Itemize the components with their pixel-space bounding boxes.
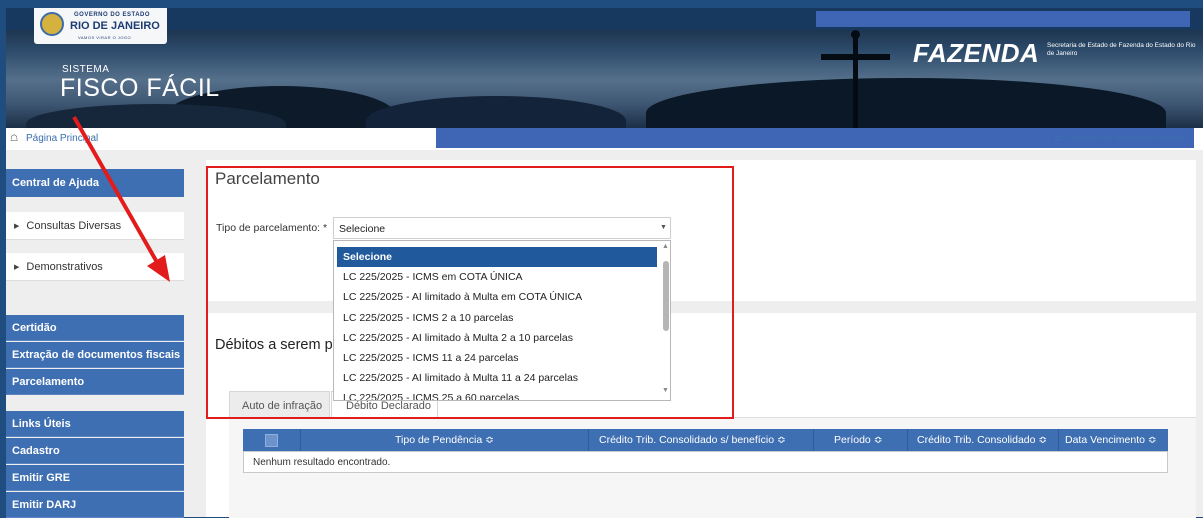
sidebar-item-label: Demonstrativos: [26, 261, 103, 273]
column-tipo-pendencia[interactable]: Tipo de Pendência ≎: [395, 434, 494, 446]
logo-small-text: GOVERNO DO ESTADO: [74, 12, 151, 18]
christ-redeemer-arms: [821, 54, 890, 60]
state-emblem-icon: [40, 12, 64, 36]
column-divider: [813, 429, 814, 451]
select-establishment-link[interactable]: ⇄ Selecionar estabelecimento: [1054, 133, 1188, 144]
column-divider: [300, 429, 301, 451]
column-periodo[interactable]: Período ≎: [834, 434, 883, 446]
breadcrumb-home-link[interactable]: Página Principal: [26, 133, 98, 144]
column-divider: [588, 429, 589, 451]
sidebar-item-consultas[interactable]: ▶ Consultas Diversas: [6, 212, 184, 240]
fazenda-logo: FAZENDA: [913, 38, 1040, 68]
sidebar-item-emitir-darj[interactable]: Emitir DARJ: [6, 492, 184, 518]
caret-right-icon: ▶: [14, 264, 20, 271]
select-all-checkbox[interactable]: [265, 434, 278, 447]
fazenda-subtitle: Secretaria de Estado de Fazenda do Estad…: [1047, 42, 1196, 57]
sidebar-item-extracao[interactable]: Extração de documentos fiscais: [6, 342, 184, 368]
sidebar-item-certidao[interactable]: Certidão: [6, 315, 184, 341]
sidebar-item-central-ajuda[interactable]: Central de Ajuda: [6, 169, 184, 197]
sidebar-item-emitir-gre[interactable]: Emitir GRE: [6, 465, 184, 491]
rio-de-janeiro-logo[interactable]: GOVERNO DO ESTADO RIO DE JANEIRO VAMOS V…: [34, 8, 167, 44]
column-divider: [907, 429, 908, 451]
empty-table-message: Nenhum resultado encontrado.: [243, 451, 1168, 473]
caret-right-icon: ▶: [14, 223, 20, 230]
sidebar-item-parcelamento[interactable]: Parcelamento: [6, 369, 184, 395]
breadcrumb: ☖ Página Principal ⇄ Selecionar estabele…: [6, 128, 1203, 150]
column-credito-sem-beneficio[interactable]: Crédito Trib. Consolidado s/ benefício ≎: [599, 434, 786, 446]
column-divider: [1058, 429, 1059, 451]
home-icon[interactable]: ☖: [10, 134, 19, 143]
christ-redeemer-statue: [853, 36, 858, 128]
column-data-vencimento[interactable]: Data Vencimento ≎: [1065, 434, 1157, 446]
table-header: Tipo de Pendência ≎ Crédito Trib. Consol…: [243, 429, 1168, 451]
sidebar-item-label: Consultas Diversas: [26, 220, 122, 232]
header-top-highlight: [816, 11, 1190, 27]
sidebar-item-links-uteis[interactable]: Links Úteis: [6, 411, 184, 437]
column-credito-consolidado[interactable]: Crédito Trib. Consolidado ≎: [917, 434, 1047, 446]
header-banner: GOVERNO DO ESTADO RIO DE JANEIRO VAMOS V…: [6, 8, 1203, 128]
sidebar-item-demonstrativos[interactable]: ▶ Demonstrativos: [6, 253, 184, 281]
system-name: FISCO FÁCIL: [60, 74, 220, 102]
sidebar-item-cadastro[interactable]: Cadastro: [6, 438, 184, 464]
logo-tagline: VAMOS VIRAR O JOGO: [78, 35, 132, 40]
logo-big-text: RIO DE JANEIRO: [70, 20, 160, 32]
highlight-rectangle: [206, 166, 734, 419]
